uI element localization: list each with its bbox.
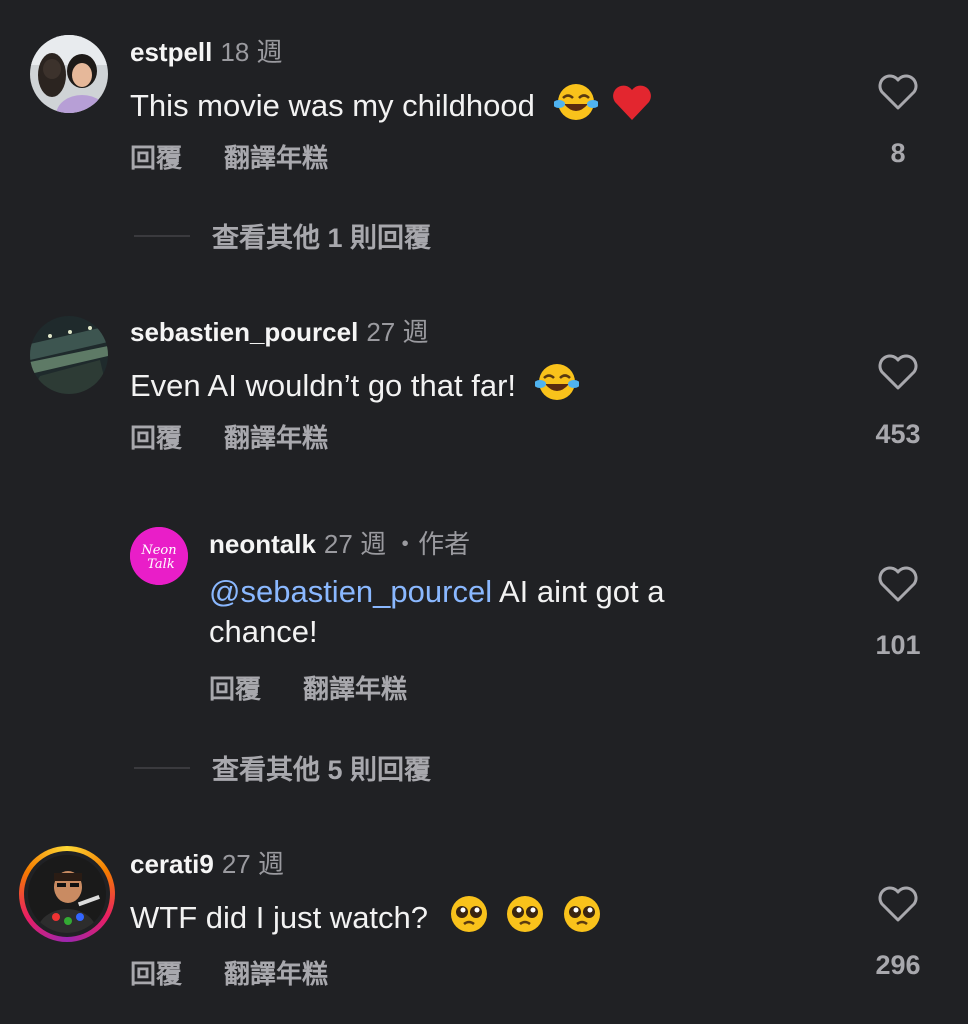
- like-heart-icon[interactable]: [876, 884, 920, 924]
- reply-button[interactable]: 回覆: [130, 959, 182, 989]
- like-count: 296: [875, 950, 921, 980]
- comment-meta: sebastien_pourcel 27 週: [130, 316, 428, 348]
- comment-meta: cerati9 27 週: [130, 848, 284, 880]
- pleading-face-icon: [507, 896, 544, 932]
- avatar[interactable]: Neon Talk: [130, 527, 188, 585]
- username[interactable]: estpell: [130, 37, 212, 67]
- pleading-face-icon: [563, 896, 600, 932]
- reply-button[interactable]: 回覆: [130, 143, 182, 173]
- comment-body: This movie was my childhood: [130, 88, 535, 123]
- comment-actions: 回覆 翻譯年糕: [209, 673, 407, 705]
- comment-meta: estpell 18 週: [130, 36, 283, 68]
- comment-body: WTF did I just watch?: [130, 900, 429, 935]
- comment-meta: neontalk 27 週・作者: [209, 528, 470, 560]
- translate-button[interactable]: 翻譯年糕: [303, 674, 407, 704]
- red-heart-icon: [613, 85, 652, 120]
- reply-button[interactable]: 回覆: [130, 423, 182, 453]
- view-more-replies[interactable]: 查看其他 5 則回覆: [134, 748, 431, 787]
- svg-text:Neon: Neon: [140, 543, 176, 558]
- face-with-tears-of-joy-icon: [534, 364, 579, 400]
- like-heart-icon[interactable]: [876, 352, 920, 392]
- avatar[interactable]: [30, 35, 108, 113]
- timestamp: 27 週: [221, 849, 284, 879]
- like-heart-icon[interactable]: [876, 72, 920, 112]
- timestamp: 27 週: [323, 529, 387, 559]
- comment-text: WTF did I just watch?: [130, 892, 604, 938]
- comment-text: Even AI wouldn’t go that far!: [130, 360, 579, 406]
- avatar[interactable]: [28, 855, 106, 933]
- comment-actions: 回覆 翻譯年糕: [130, 422, 328, 454]
- comment-text: This movie was my childhood: [130, 80, 654, 126]
- avatar[interactable]: [30, 316, 108, 394]
- view-more-replies-label[interactable]: 查看其他 1 則回覆: [212, 216, 431, 255]
- divider: [134, 234, 190, 237]
- comment-text: @sebastien_pourcel AI aint got a chance!: [209, 572, 769, 652]
- svg-text:Talk: Talk: [147, 557, 175, 572]
- reply-button[interactable]: 回覆: [209, 674, 261, 704]
- username[interactable]: neontalk: [209, 529, 316, 559]
- comment-actions: 回覆 翻譯年糕: [130, 142, 328, 174]
- view-more-replies-label[interactable]: 查看其他 5 則回覆: [212, 748, 431, 787]
- translate-button[interactable]: 翻譯年糕: [224, 423, 328, 453]
- timestamp: 18 週: [220, 37, 283, 67]
- comment-body: Even AI wouldn’t go that far!: [130, 368, 517, 403]
- like-count: 8: [890, 138, 906, 168]
- username[interactable]: cerati9: [130, 849, 214, 879]
- like-count: 101: [875, 630, 921, 660]
- translate-button[interactable]: 翻譯年糕: [224, 143, 328, 173]
- translate-button[interactable]: 翻譯年糕: [224, 959, 328, 989]
- username[interactable]: sebastien_pourcel: [130, 317, 358, 347]
- story-ring[interactable]: [19, 846, 115, 942]
- timestamp: 27 週: [366, 317, 429, 347]
- like-heart-icon[interactable]: [876, 564, 920, 604]
- view-more-replies[interactable]: 查看其他 1 則回覆: [134, 216, 431, 255]
- divider: [134, 766, 190, 769]
- face-with-tears-of-joy-icon: [553, 84, 598, 120]
- pleading-face-icon: [450, 896, 487, 932]
- author-badge: ・作者: [392, 529, 471, 559]
- comment-actions: 回覆 翻譯年糕: [130, 958, 328, 990]
- like-count: 453: [875, 419, 921, 449]
- mention-link[interactable]: @sebastien_pourcel: [209, 574, 492, 609]
